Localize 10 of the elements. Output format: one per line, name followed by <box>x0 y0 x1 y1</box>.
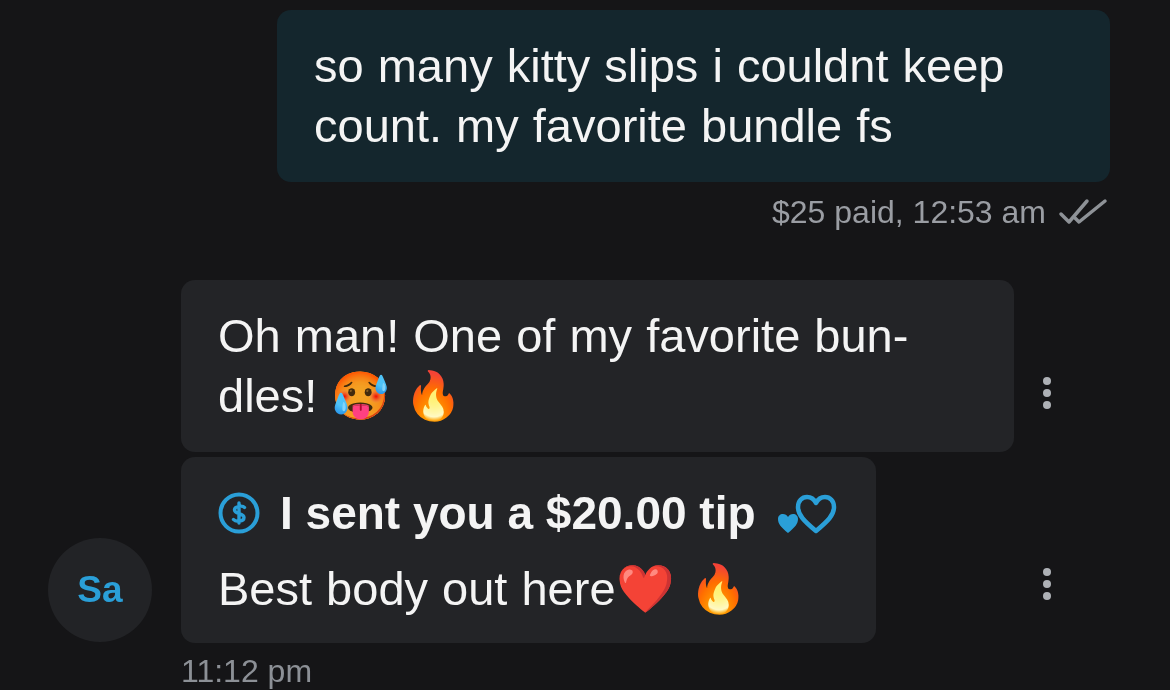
more-options-icon[interactable] <box>1041 567 1053 601</box>
message-time: 11:12 pm <box>181 654 313 688</box>
more-options-icon[interactable] <box>1041 376 1053 410</box>
message-text: Best body out here❤ 🔥 <box>218 561 748 617</box>
message-text: so many kitty slips i couldnt keep count. my favorite bundle fs <box>314 38 1006 154</box>
message-text: Oh man! One of my favorite bun-dles! 🥵 🔥 <box>218 308 910 424</box>
tip-text: I sent you a $20.00 tip <box>280 486 756 541</box>
avatar[interactable]: Sa <box>48 538 152 642</box>
dollar-coin-icon <box>218 492 260 534</box>
message-status: $25 paid, 12:53 am <box>772 193 1046 232</box>
